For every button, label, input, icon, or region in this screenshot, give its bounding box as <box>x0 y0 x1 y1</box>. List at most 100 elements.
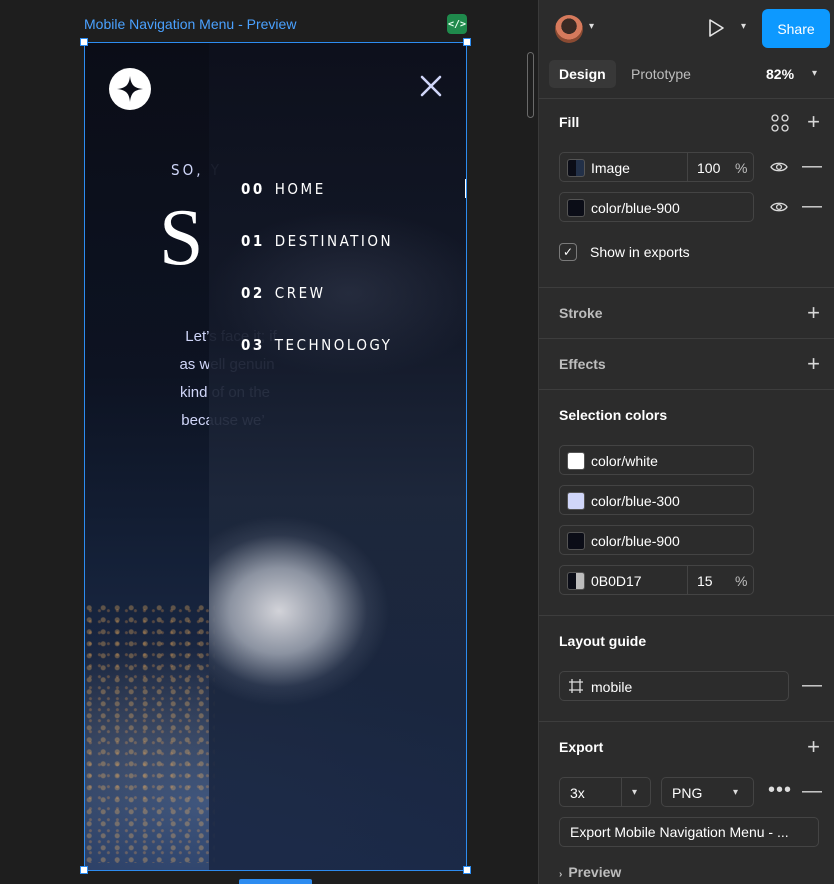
color-swatch[interactable] <box>567 492 585 510</box>
show-in-exports-checkbox[interactable]: ✓ <box>559 243 577 261</box>
color-swatch[interactable] <box>567 452 585 470</box>
share-button[interactable]: Share <box>762 9 830 48</box>
nav-item-home[interactable]: 00 HOME <box>241 180 326 198</box>
layout-guide-value: mobile <box>591 679 633 695</box>
divider <box>539 338 834 339</box>
chevron-right-icon: › <box>559 869 563 880</box>
color-opacity[interactable]: 15 <box>697 573 713 589</box>
add-export-icon[interactable]: + <box>807 736 820 758</box>
export-scale-select[interactable]: 3x ▾ <box>559 777 651 807</box>
logo-star-icon <box>109 68 151 110</box>
layout-guide-row[interactable]: mobile <box>559 671 789 701</box>
divider <box>539 389 834 390</box>
nav-item-number: 02 <box>241 284 265 302</box>
zoom-level[interactable]: 82% <box>766 66 794 82</box>
divider <box>687 566 688 594</box>
fill-row-image[interactable]: Image 100 % <box>559 152 754 182</box>
panel-topbar: ▾ ▾ Share <box>539 0 834 60</box>
chevron-down-icon: ▾ <box>632 787 638 798</box>
nav-item-label: CREW <box>274 284 326 302</box>
resize-handle-bottom-left[interactable] <box>80 866 88 874</box>
nav-item-number: 01 <box>241 232 265 250</box>
fill-label: Image <box>591 160 630 176</box>
styles-grid-icon[interactable] <box>771 114 789 132</box>
image-swatch[interactable] <box>567 159 585 177</box>
percent-unit: % <box>735 573 748 589</box>
grid-layout-icon <box>568 678 584 699</box>
remove-fill-icon[interactable]: — <box>802 196 822 216</box>
nav-item-crew[interactable]: 02 CREW <box>241 284 325 302</box>
add-effect-icon[interactable]: + <box>807 353 820 375</box>
resize-handle-top-right[interactable] <box>463 38 471 46</box>
frame-label[interactable]: Mobile Navigation Menu - Preview <box>84 16 296 32</box>
more-options-icon[interactable]: ••• <box>768 780 792 800</box>
color-label: color/white <box>591 453 658 469</box>
stroke-section-title: Stroke <box>559 305 603 321</box>
nav-item-label: DESTINATION <box>274 232 394 250</box>
divider <box>539 287 834 288</box>
color-swatch[interactable] <box>567 572 585 590</box>
show-in-exports-label: Show in exports <box>590 244 690 260</box>
tab-prototype[interactable]: Prototype <box>621 60 701 88</box>
color-label: color/blue-300 <box>591 493 680 509</box>
earth-city-lights <box>85 603 215 863</box>
nav-item-number: 03 <box>241 336 265 354</box>
selection-color-row[interactable]: color/white <box>559 445 754 475</box>
fill-row-color[interactable]: color/blue-900 <box>559 192 754 222</box>
effects-section-title: Effects <box>559 356 606 372</box>
avatar[interactable] <box>555 15 583 43</box>
eye-icon[interactable] <box>770 158 788 176</box>
color-label: color/blue-900 <box>591 533 680 549</box>
add-stroke-icon[interactable]: + <box>807 302 820 324</box>
chevron-down-icon[interactable]: ▾ <box>741 21 746 32</box>
selection-color-row[interactable]: 0B0D17 15 % <box>559 565 754 595</box>
nav-item-technology[interactable]: 03 TECHNOLOGY <box>241 336 392 354</box>
preview-label: Preview <box>568 864 622 880</box>
resize-handle-bottom-right[interactable] <box>463 866 471 874</box>
nav-active-indicator <box>465 179 466 198</box>
dev-mode-code-icon[interactable]: </> <box>447 14 467 34</box>
export-scale: 3x <box>570 785 585 801</box>
fill-opacity[interactable]: 100 <box>697 160 720 176</box>
divider <box>687 153 688 181</box>
remove-layout-guide-icon[interactable]: — <box>802 675 822 695</box>
eye-icon[interactable] <box>770 198 788 216</box>
chevron-down-icon[interactable]: ▾ <box>589 21 594 32</box>
resize-handle-top-left[interactable] <box>80 38 88 46</box>
play-icon[interactable] <box>705 17 727 39</box>
selection-color-row[interactable]: color/blue-900 <box>559 525 754 555</box>
nav-item-label: TECHNOLOGY <box>274 336 393 354</box>
chevron-down-icon: ▾ <box>733 787 739 798</box>
chevron-down-icon[interactable]: ▾ <box>812 68 817 79</box>
export-button[interactable]: Export Mobile Navigation Menu - ... <box>559 817 819 847</box>
export-title: Export <box>559 739 604 755</box>
remove-fill-icon[interactable]: — <box>802 156 822 176</box>
color-label: 0B0D17 <box>591 573 642 589</box>
remove-export-icon[interactable]: — <box>802 781 822 801</box>
fill-label: color/blue-900 <box>591 200 680 216</box>
color-swatch[interactable] <box>567 532 585 550</box>
properties-panel: ▾ ▾ Share Design Prototype 82% ▾ Fill + … <box>538 0 834 884</box>
export-format-select[interactable]: PNG ▾ <box>661 777 754 807</box>
selection-color-row[interactable]: color/blue-300 <box>559 485 754 515</box>
design-canvas[interactable]: Mobile Navigation Menu - Preview </> SO,… <box>0 0 538 884</box>
nav-item-destination[interactable]: 01 DESTINATION <box>241 232 393 250</box>
fill-section-title: Fill <box>559 114 580 130</box>
nav-item-number: 00 <box>241 180 265 198</box>
close-icon[interactable] <box>419 74 443 98</box>
export-format: PNG <box>672 785 703 801</box>
mobile-nav-panel: 00 HOME 01 DESTINATION 02 CREW 03 TECHNOLOGY <box>209 43 466 870</box>
percent-unit: % <box>735 160 748 176</box>
export-preview-toggle[interactable]: › Preview <box>559 864 621 880</box>
hero-title: S <box>159 194 204 282</box>
divider <box>539 98 834 99</box>
selection-colors-title: Selection colors <box>559 407 668 423</box>
divider <box>539 721 834 722</box>
frame-size-tab[interactable] <box>239 879 312 884</box>
add-fill-icon[interactable]: + <box>807 111 820 133</box>
canvas-scrollbar[interactable] <box>527 52 534 118</box>
color-swatch[interactable] <box>567 199 585 217</box>
mobile-frame-preview[interactable]: SO, Y S Let’s face it; if as well genuin… <box>84 42 467 871</box>
layout-guide-title: Layout guide <box>559 633 647 649</box>
tab-design[interactable]: Design <box>549 60 616 88</box>
